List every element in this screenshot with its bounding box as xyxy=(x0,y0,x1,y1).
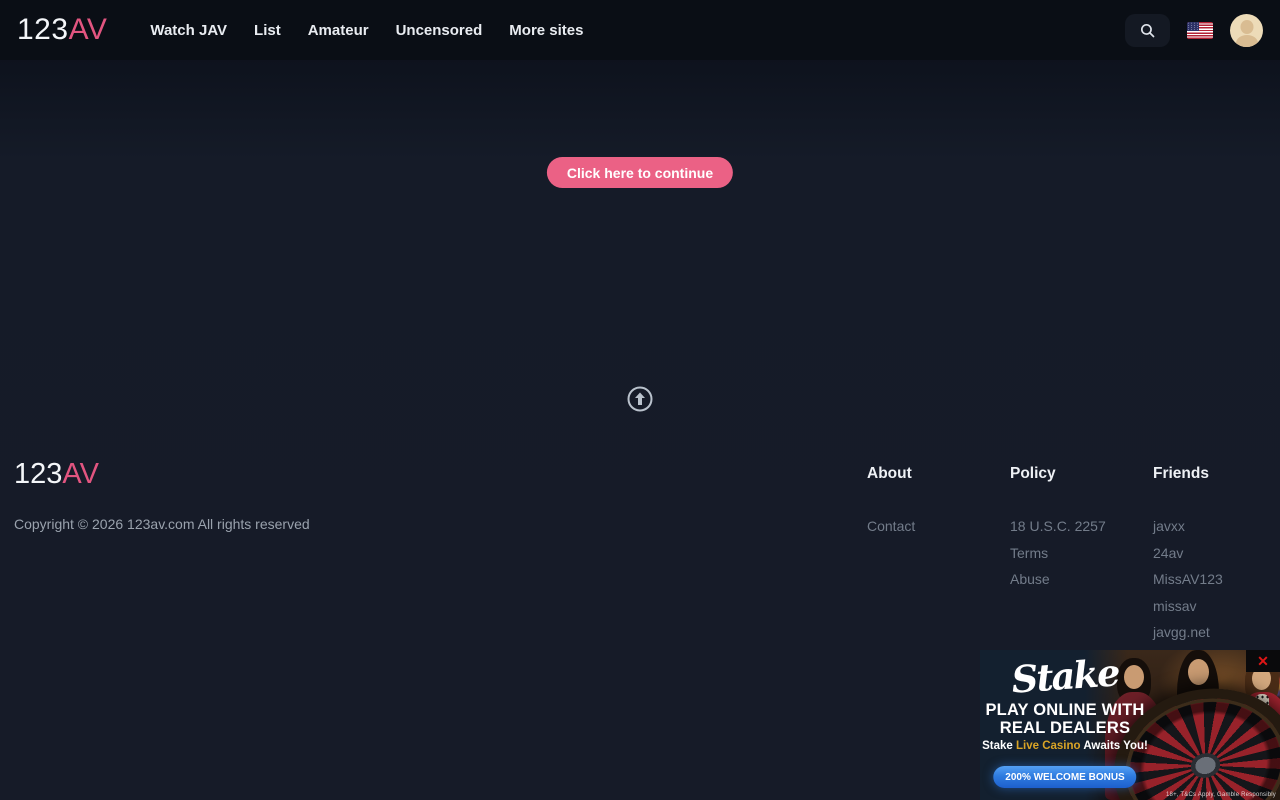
continue-button[interactable]: Click here to continue xyxy=(547,157,733,188)
arrow-up-circle-icon xyxy=(627,386,653,412)
logo-prefix: 123 xyxy=(17,13,69,46)
casino-ad-banner[interactable]: Stake PLAY ONLINE WITH REAL DEALERS Stak… xyxy=(980,650,1280,800)
avatar-head xyxy=(1240,20,1253,34)
ad-headline-line2: REAL DEALERS xyxy=(980,719,1150,737)
main-navigation: Watch JAV List Amateur Uncensored More s… xyxy=(150,22,583,39)
ad-headline-line1: PLAY ONLINE WITH xyxy=(980,701,1150,719)
ad-close-button[interactable]: ✕ xyxy=(1246,650,1280,672)
footer-link-terms[interactable]: Terms xyxy=(1010,540,1153,567)
footer-link-contact[interactable]: Contact xyxy=(867,513,1010,540)
footer-column-policy: Policy 18 U.S.C. 2257 Terms Abuse xyxy=(1010,450,1153,673)
footer-column-friends: Friends javxx 24av MissAV123 missav javg… xyxy=(1153,450,1280,673)
nav-item-amateur[interactable]: Amateur xyxy=(308,22,369,39)
avatar-shoulders xyxy=(1236,35,1258,47)
footer-column-about: About Contact xyxy=(867,450,1010,673)
logo-suffix: AV xyxy=(69,13,108,46)
footer-link-abuse[interactable]: Abuse xyxy=(1010,566,1153,593)
search-button[interactable] xyxy=(1125,14,1170,47)
footer-brand-block: 123AV Copyright © 2026 123av.com All rig… xyxy=(14,450,867,673)
nav-item-more-sites[interactable]: More sites xyxy=(509,22,583,39)
copyright-notice: Copyright © 2026 123av.com All rights re… xyxy=(14,516,867,532)
footer-link-javxx[interactable]: javxx xyxy=(1153,513,1280,540)
ad-subline: Stake Live Casino Awaits You! xyxy=(980,740,1150,752)
scroll-to-top-button[interactable] xyxy=(627,386,653,412)
footer-link-missav123[interactable]: MissAV123 xyxy=(1153,566,1280,593)
nav-item-watch-jav[interactable]: Watch JAV xyxy=(150,22,227,39)
close-icon: ✕ xyxy=(1257,654,1269,668)
site-logo[interactable]: 123AV xyxy=(17,13,107,47)
footer-link-24av[interactable]: 24av xyxy=(1153,540,1280,567)
footer-logo-suffix: AV xyxy=(62,458,99,490)
ad-disclaimer: 18+, T&Cs Apply, Gamble Responsibly xyxy=(1166,792,1276,798)
footer-column-title: Friends xyxy=(1153,465,1280,483)
footer-column-title: Policy xyxy=(1010,465,1153,483)
footer-column-title: About xyxy=(867,465,1010,483)
user-avatar[interactable] xyxy=(1230,14,1263,47)
top-navbar: 123AV Watch JAV List Amateur Uncensored … xyxy=(0,0,1280,60)
flag-canton xyxy=(1187,22,1199,31)
ad-bonus-cta-button[interactable]: 200% WELCOME BONUS xyxy=(993,766,1136,788)
language-flag-us-icon[interactable] xyxy=(1187,22,1213,39)
footer-logo-prefix: 123 xyxy=(14,458,62,490)
footer-link-javgg[interactable]: javgg.net xyxy=(1153,619,1280,646)
footer-logo[interactable]: 123AV xyxy=(14,458,867,491)
footer-link-2257[interactable]: 18 U.S.C. 2257 xyxy=(1010,513,1153,540)
page-footer: 123AV Copyright © 2026 123av.com All rig… xyxy=(0,450,1280,673)
search-icon xyxy=(1139,22,1156,39)
navbar-actions xyxy=(1125,14,1263,47)
footer-link-missav[interactable]: missav xyxy=(1153,593,1280,620)
nav-item-uncensored[interactable]: Uncensored xyxy=(396,22,483,39)
stake-logo: Stake xyxy=(980,650,1151,704)
nav-item-list[interactable]: List xyxy=(254,22,281,39)
ad-subline-highlight: Live Casino xyxy=(1016,740,1081,752)
